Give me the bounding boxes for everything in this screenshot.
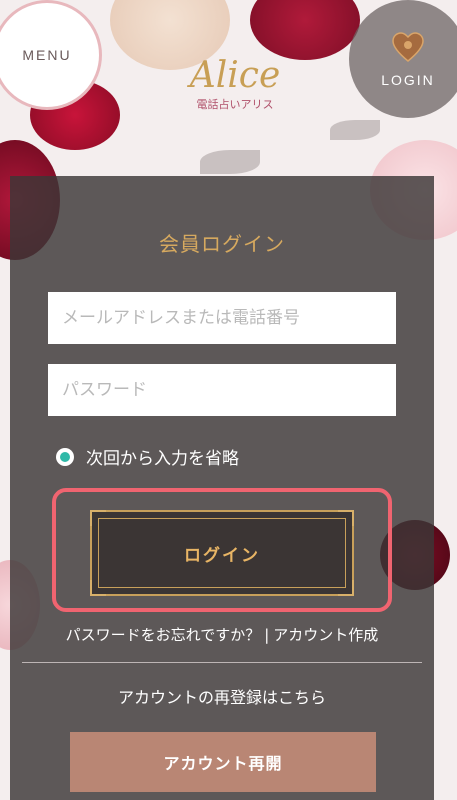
login-button[interactable]: LOGIN	[349, 0, 457, 118]
remember-radio[interactable]	[56, 447, 74, 466]
login-panel: 会員ログイン 次回から入力を省略 ログイン パスワードをお忘れですか？|アカウン…	[10, 176, 434, 800]
reactivate-label: アカウント再開	[163, 754, 283, 773]
remember-label: 次回から入力を省略	[86, 449, 239, 469]
login-submit-button[interactable]: ログイン	[90, 510, 354, 596]
create-account-link[interactable]: アカウント作成	[273, 626, 378, 644]
frame-corner	[90, 580, 106, 596]
frame-corner	[338, 510, 354, 526]
remember-option[interactable]: 次回から入力を省略	[56, 444, 239, 469]
reactivate-account-button[interactable]: アカウント再開	[70, 732, 376, 792]
header: MENU Alice 電話占いアリス LOGIN	[0, 0, 457, 140]
logo-text: Alice	[189, 55, 281, 96]
menu-label: MENU	[22, 47, 72, 63]
password-input[interactable]	[48, 364, 396, 416]
frame-corner	[90, 510, 106, 526]
logo-subtitle: 電話占いアリス	[196, 98, 274, 111]
link-separator: |	[264, 626, 270, 644]
heart-lock-icon	[392, 32, 424, 62]
page-title: 会員ログイン	[159, 232, 285, 256]
auth-links: パスワードをお忘れですか？ | アカウント作成	[10, 624, 434, 645]
login-label: LOGIN	[381, 72, 435, 88]
site-logo[interactable]: Alice 電話占いアリス	[170, 54, 300, 128]
leaf-decoration	[200, 150, 260, 174]
reregister-link[interactable]: アカウントの再登録はこちら	[10, 684, 434, 708]
email-phone-input[interactable]	[48, 292, 396, 344]
divider	[22, 662, 422, 663]
menu-button[interactable]: MENU	[0, 0, 102, 110]
frame-corner	[338, 580, 354, 596]
forgot-password-link[interactable]: パスワードをお忘れですか？	[66, 626, 261, 644]
login-submit-label: ログイン	[184, 545, 260, 566]
